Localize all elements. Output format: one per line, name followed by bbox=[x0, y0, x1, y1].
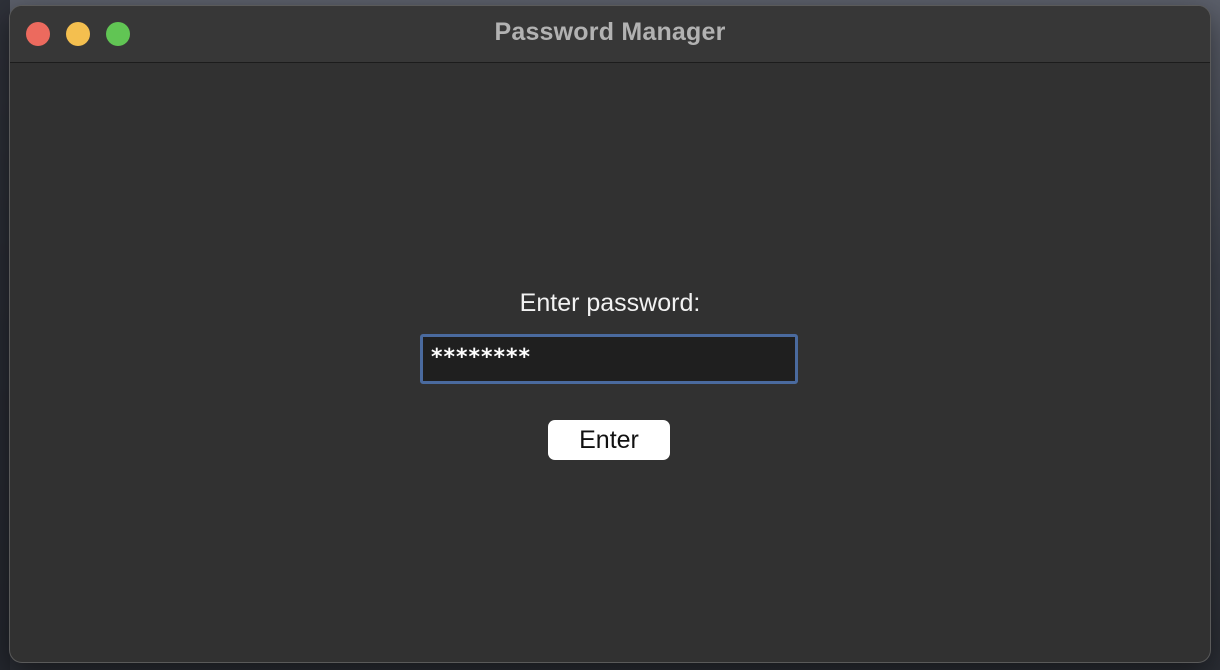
password-input[interactable]: ******** bbox=[420, 334, 798, 384]
desktop-background bbox=[0, 0, 10, 670]
password-prompt-label: Enter password: bbox=[519, 289, 701, 317]
title-bar: Password Manager bbox=[10, 6, 1210, 63]
window-title: Password Manager bbox=[494, 18, 726, 46]
enter-button[interactable]: Enter bbox=[548, 420, 670, 460]
app-window: Password Manager Enter password: *******… bbox=[10, 6, 1210, 662]
password-form: Enter password: ******** Enter bbox=[10, 63, 1210, 662]
